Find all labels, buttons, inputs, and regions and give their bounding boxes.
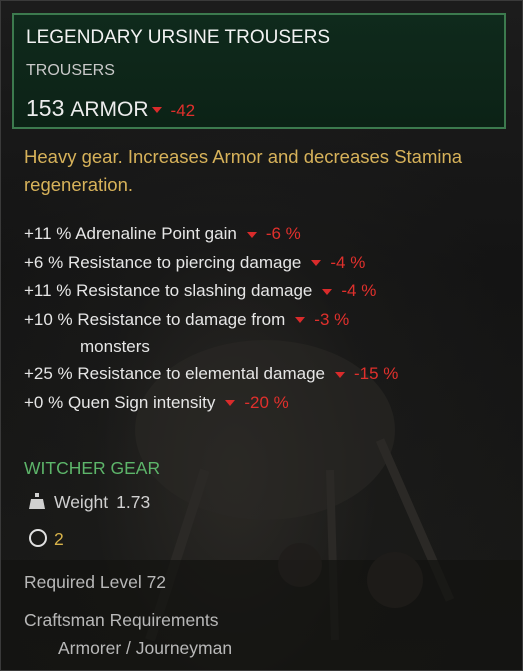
armor-stat: 153 ARMOR -42	[26, 95, 195, 122]
attribute-delta: -15 %	[354, 364, 399, 383]
weight-value: 1.73	[116, 492, 151, 512]
gear-set-label: WITCHER GEAR	[24, 458, 161, 478]
down-triangle-icon	[225, 400, 236, 407]
required-level: Required Level 72	[24, 572, 167, 592]
down-triangle-icon	[151, 106, 162, 113]
attribute-row: +6 % Resistance to piercing damage -4 %	[24, 249, 514, 278]
down-triangle-icon	[311, 260, 322, 267]
attribute-text: +6 % Resistance to piercing damage	[24, 252, 302, 272]
attribute-text-continuation: monsters	[80, 337, 150, 356]
attribute-delta: -4 %	[341, 281, 377, 300]
weight-label: Weight	[54, 492, 109, 512]
weight-icon	[29, 493, 45, 509]
attribute-delta: -4 %	[330, 252, 366, 272]
down-triangle-icon	[246, 231, 257, 238]
attribute-row: +25 % Resistance to elemental damage -15 …	[24, 360, 514, 389]
craftsman-requirements-title: Craftsman Requirements	[24, 610, 219, 630]
attribute-delta: -6 %	[265, 224, 301, 243]
down-triangle-icon	[295, 317, 306, 324]
attribute-row: +0 % Quen Sign intensity -20 %	[24, 389, 514, 418]
item-name: LEGENDARY URSINE TROUSERS	[26, 27, 331, 48]
armor-label: ARMOR	[70, 98, 149, 121]
attribute-list: +11 % Adrenaline Point gain -6 % +6 % Res…	[24, 220, 514, 417]
attribute-text: +11 % Resistance to slashing damage	[24, 281, 313, 300]
attribute-text: +25 % Resistance to elemental damage	[24, 364, 325, 383]
slots-stat: 2	[28, 528, 64, 550]
down-triangle-icon	[335, 371, 345, 378]
attribute-row: +10 % Resistance to damage from -3 % mons…	[24, 306, 514, 361]
craftsman-requirements-value: Armorer / Journeyman	[58, 638, 233, 658]
slots-value: 2	[54, 529, 64, 549]
weight-stat: Weight 1.73	[28, 492, 150, 513]
item-type: TROUSERS	[26, 62, 115, 79]
attribute-text: +0 % Quen Sign intensity	[24, 392, 216, 412]
attribute-delta: -20 %	[244, 392, 289, 412]
item-description: Heavy gear. Increases Armor and decrease…	[24, 146, 463, 195]
attribute-delta: -3 %	[314, 309, 350, 329]
item-header: LEGENDARY URSINE TROUSERS TROUSERS 153 AR…	[12, 13, 506, 129]
attribute-row: +11 % Resistance to slashing damage -4 %	[24, 277, 514, 306]
attribute-text: +10 % Resistance to damage from	[24, 309, 286, 329]
armor-delta: -42	[170, 101, 196, 120]
attribute-row: +11 % Adrenaline Point gain -6 %	[24, 220, 514, 249]
attribute-text: +11 % Adrenaline Point gain	[24, 224, 237, 243]
armor-value: 153	[26, 95, 65, 121]
empty-slot-circle-icon	[29, 529, 47, 547]
down-triangle-icon	[322, 288, 333, 295]
